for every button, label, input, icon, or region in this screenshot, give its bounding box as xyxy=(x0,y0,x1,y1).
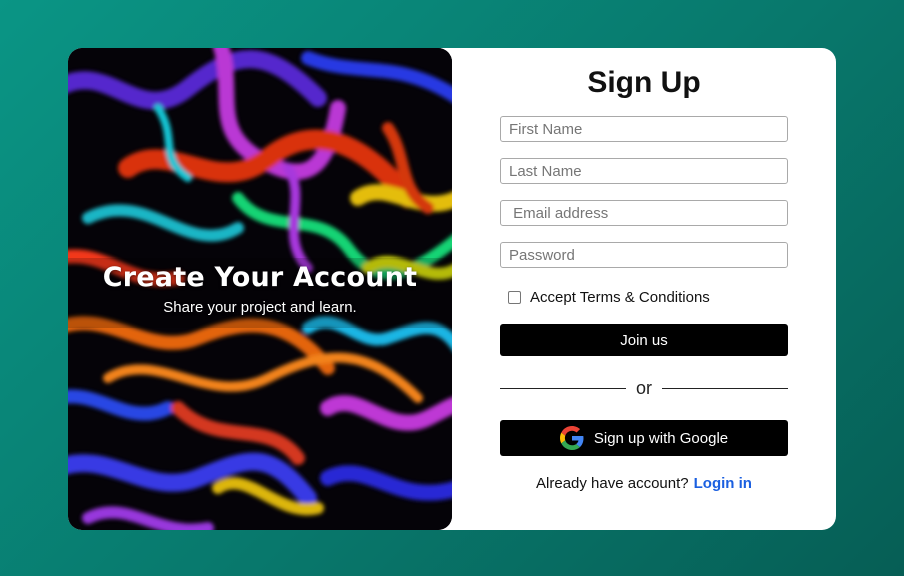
join-us-label: Join us xyxy=(620,331,668,349)
password-field[interactable] xyxy=(500,242,788,268)
join-us-button[interactable]: Join us xyxy=(500,324,788,356)
google-signup-label: Sign up with Google xyxy=(593,429,729,447)
email-field[interactable] xyxy=(500,200,788,226)
terms-label[interactable]: Accept Terms & Conditions xyxy=(530,289,710,306)
last-name-field[interactable] xyxy=(500,158,788,184)
hero-subtitle: Share your project and learn. xyxy=(163,299,357,316)
divider-line-left xyxy=(500,387,626,389)
or-divider: or xyxy=(500,377,789,398)
login-prompt: Already have account? xyxy=(536,475,689,492)
form-heading: Sign Up xyxy=(587,66,701,99)
signup-card: Create Your Account Share your project a… xyxy=(68,48,836,530)
terms-checkbox[interactable] xyxy=(508,290,521,304)
first-name-field[interactable] xyxy=(500,116,788,142)
signup-form: Sign Up Accept Terms & Conditions Join u… xyxy=(500,48,789,530)
divider-line-right xyxy=(662,387,789,389)
login-link[interactable]: Login in xyxy=(694,475,752,492)
hero-title: Create Your Account xyxy=(102,262,418,293)
hero-panel: Create Your Account Share your project a… xyxy=(68,48,452,530)
google-signup-button[interactable]: Sign up with Google xyxy=(500,420,788,456)
google-icon xyxy=(559,426,584,450)
login-row: Already have account? Login in xyxy=(500,475,788,492)
divider-text: or xyxy=(636,377,653,398)
terms-row: Accept Terms & Conditions xyxy=(508,288,710,306)
